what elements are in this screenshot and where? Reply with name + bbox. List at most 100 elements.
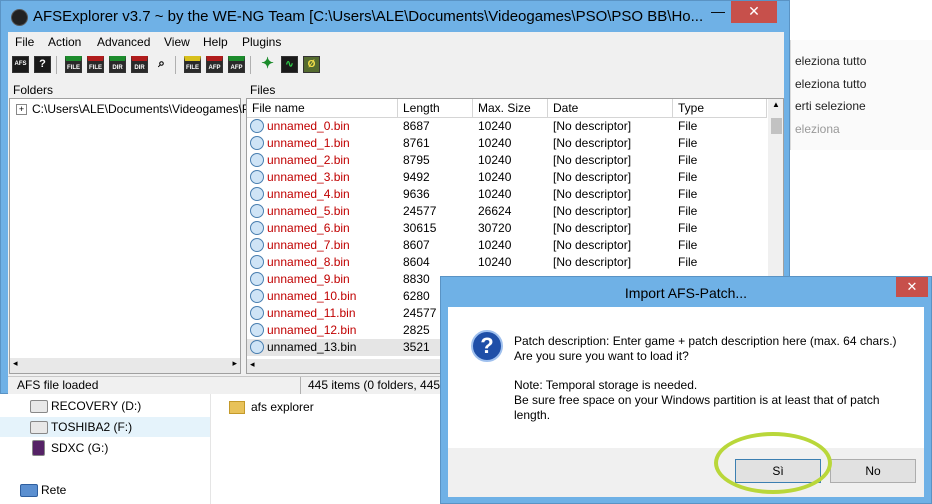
minimize-button[interactable]: —: [705, 1, 731, 23]
file-name: unnamed_7.bin: [267, 238, 350, 252]
menu-action[interactable]: Action: [48, 35, 81, 49]
file-date: [No descriptor]: [553, 221, 632, 235]
scrollbar-thumb[interactable]: [771, 118, 782, 134]
folder-icon: [229, 401, 245, 414]
col-type[interactable]: Type: [673, 99, 767, 117]
file-type: File: [678, 221, 698, 235]
file-row[interactable]: unnamed_0.bin 8687 10240 [No descriptor] Fil…: [247, 118, 767, 135]
extract-dir-icon[interactable]: DIR: [109, 56, 126, 73]
file-row[interactable]: unnamed_7.bin 8607 10240 [No descriptor] Fil…: [247, 237, 767, 254]
highlight-annotation: [714, 432, 832, 494]
menu-file[interactable]: File: [15, 35, 34, 49]
tree-item-sdxc[interactable]: SDXC (G:): [0, 438, 210, 458]
file-date: [No descriptor]: [553, 153, 632, 167]
dialog-close-button[interactable]: ✕: [896, 277, 928, 297]
ribbon-select-none[interactable]: eleziona tutto: [795, 77, 866, 91]
file-length: 2825: [403, 323, 430, 337]
free-space-text: Be sure free space on your Windows parti…: [514, 393, 880, 407]
dialog-body: ? Patch description: Enter game + patch …: [448, 307, 924, 497]
col-length[interactable]: Length: [398, 99, 473, 117]
folders-horizontal-scrollbar[interactable]: ◂ ▸: [10, 358, 240, 373]
file-row[interactable]: unnamed_6.bin 30615 30720 [No descriptor] Fi…: [247, 220, 767, 237]
import-file-icon[interactable]: FILE: [87, 56, 104, 73]
col-date[interactable]: Date: [548, 99, 673, 117]
file-type: File: [678, 153, 698, 167]
file-row[interactable]: unnamed_4.bin 9636 10240 [No descriptor] Fil…: [247, 186, 767, 203]
file-tools-icon[interactable]: FILE: [184, 56, 201, 73]
ribbon-group-label: eleziona: [795, 122, 840, 136]
file-date: [No descriptor]: [553, 187, 632, 201]
file-icon: [250, 289, 264, 303]
file-icon: [250, 153, 264, 167]
file-type: File: [678, 187, 698, 201]
menu-view[interactable]: View: [164, 35, 190, 49]
create-afp-icon[interactable]: AFP: [206, 56, 223, 73]
plugin-star-icon[interactable]: ✦: [259, 56, 276, 73]
file-name: unnamed_12.bin: [267, 323, 357, 337]
sd-card-icon: [32, 440, 45, 456]
file-length: 8830: [403, 272, 430, 286]
file-type: File: [678, 204, 698, 218]
file-row[interactable]: unnamed_8.bin 8604 10240 [No descriptor] Fil…: [247, 254, 767, 271]
extract-file-icon[interactable]: FILE: [65, 56, 82, 73]
file-icon: [250, 170, 264, 184]
tree-item-toshiba2[interactable]: TOSHIBA2 (F:): [0, 417, 210, 437]
file-row[interactable]: unnamed_2.bin 8795 10240 [No descriptor] Fil…: [247, 152, 767, 169]
close-button[interactable]: ✕: [731, 1, 777, 23]
file-row[interactable]: unnamed_5.bin 24577 26624 [No descriptor] Fi…: [247, 203, 767, 220]
file-max-size: 10240: [478, 170, 512, 184]
ribbon-select-all[interactable]: eleziona tutto: [795, 54, 866, 68]
col-max-size[interactable]: Max. Size: [473, 99, 548, 117]
file-name: unnamed_6.bin: [267, 221, 350, 235]
file-row[interactable]: unnamed_1.bin 8761 10240 [No descriptor] Fil…: [247, 135, 767, 152]
col-file-name[interactable]: File name: [247, 99, 398, 117]
file-name: unnamed_13.bin: [267, 340, 357, 354]
menu-advanced[interactable]: Advanced: [97, 35, 150, 49]
ribbon-invert-selection[interactable]: erti selezione: [795, 99, 866, 113]
dialog-title: Import AFS-Patch...: [624, 285, 748, 301]
file-name: unnamed_1.bin: [267, 136, 350, 150]
file-type: File: [678, 119, 698, 133]
file-icon: [250, 136, 264, 150]
file-date: [No descriptor]: [553, 170, 632, 184]
file-type: File: [678, 170, 698, 184]
file-max-size: 30720: [478, 221, 512, 235]
tree-item-network[interactable]: Rete: [0, 480, 210, 500]
file-icon: [250, 238, 264, 252]
waveform-icon[interactable]: ∿: [281, 56, 298, 73]
file-icon: [250, 323, 264, 337]
menu-help[interactable]: Help: [203, 35, 228, 49]
file-length: 8604: [403, 255, 430, 269]
tree-item-recovery[interactable]: RECOVERY (D:): [0, 396, 210, 416]
confirm-question: Are you sure you want to load it?: [514, 349, 689, 363]
file-date: [No descriptor]: [553, 255, 632, 269]
folder-path-node[interactable]: C:\Users\ALE\Documents\Videogames\PS: [32, 102, 258, 116]
file-length: 9636: [403, 187, 430, 201]
file-type: File: [678, 255, 698, 269]
file-max-size: 10240: [478, 136, 512, 150]
plugin-tool-icon[interactable]: Ø: [303, 56, 320, 73]
help-icon[interactable]: ?: [34, 56, 51, 73]
file-row[interactable]: unnamed_3.bin 9492 10240 [No descriptor] Fil…: [247, 169, 767, 186]
no-button[interactable]: No: [830, 459, 916, 483]
explorer-nav-tree: RECOVERY (D:) TOSHIBA2 (F:) SDXC (G:) Re…: [0, 392, 211, 504]
search-binoculars-icon[interactable]: ⌕: [153, 56, 170, 73]
file-name: unnamed_2.bin: [267, 153, 350, 167]
menu-plugins[interactable]: Plugins: [242, 35, 281, 49]
file-icon: [250, 119, 264, 133]
file-length: 9492: [403, 170, 430, 184]
afs-title-bar[interactable]: AFSExplorer v3.7 ~ by the WE-NG Team [C:…: [1, 1, 791, 33]
expand-icon[interactable]: +: [16, 104, 27, 115]
apply-afp-icon[interactable]: AFP: [228, 56, 245, 73]
file-length: 24577: [403, 204, 437, 218]
import-dir-icon[interactable]: DIR: [131, 56, 148, 73]
list-item-afs-explorer[interactable]: afs explorer: [251, 400, 314, 414]
file-max-size: 10240: [478, 238, 512, 252]
folders-tree[interactable]: + C:\Users\ALE\Documents\Videogames\PS ◂…: [9, 98, 258, 374]
open-afs-icon[interactable]: AFS: [12, 56, 29, 73]
file-date: [No descriptor]: [553, 238, 632, 252]
file-name: unnamed_3.bin: [267, 170, 350, 184]
file-length: 8761: [403, 136, 430, 150]
file-max-size: 10240: [478, 153, 512, 167]
file-icon: [250, 221, 264, 235]
